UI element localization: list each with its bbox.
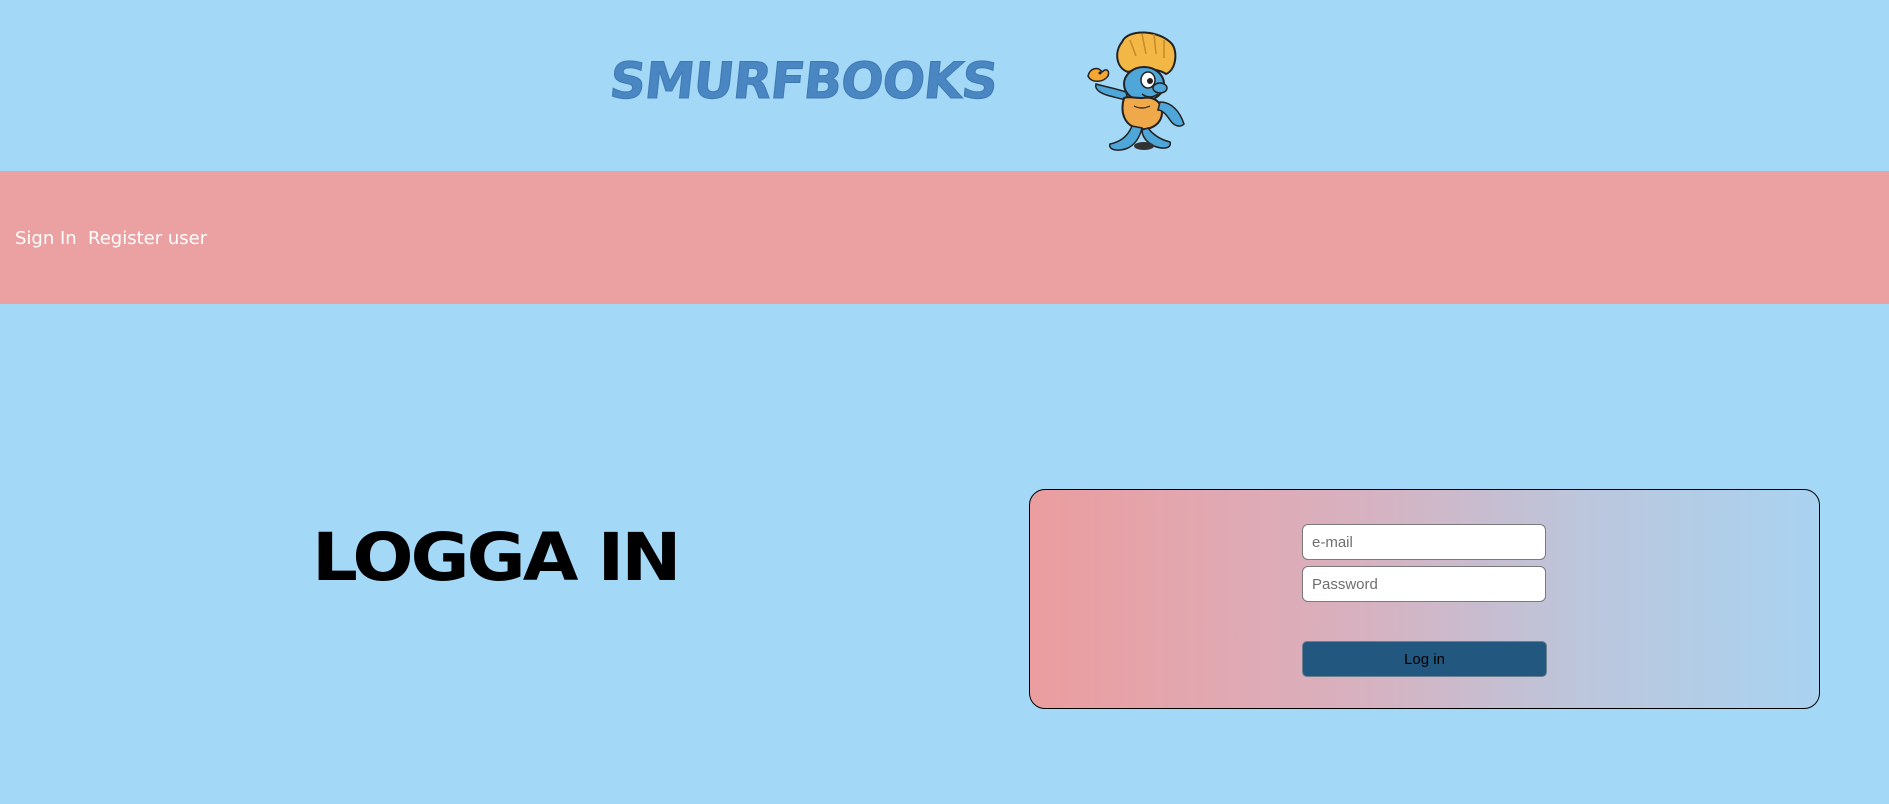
page: SMURFBOOKS Sign In Register user LOGGA I…	[0, 0, 1889, 804]
email-field[interactable]	[1302, 524, 1546, 560]
nav-bar	[0, 171, 1889, 304]
site-header: SMURFBOOKS	[0, 0, 1889, 171]
login-button[interactable]: Log in	[1302, 641, 1547, 677]
nav-sign-in-link[interactable]: Sign In	[15, 228, 77, 249]
page-title: LOGGA IN	[312, 518, 682, 596]
smurf-mascot-icon	[1080, 28, 1190, 156]
password-field[interactable]	[1302, 566, 1546, 602]
nav-register-user-link[interactable]: Register user	[88, 228, 207, 249]
brand-title: SMURFBOOKS	[606, 52, 1000, 111]
